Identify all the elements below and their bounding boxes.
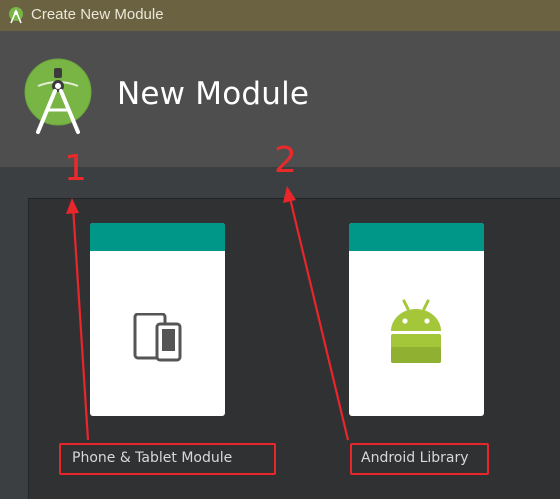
annotation-arrows [66,186,350,441]
annotation-arrow-2 [283,186,350,441]
annotation-arrow-1 [66,198,90,441]
